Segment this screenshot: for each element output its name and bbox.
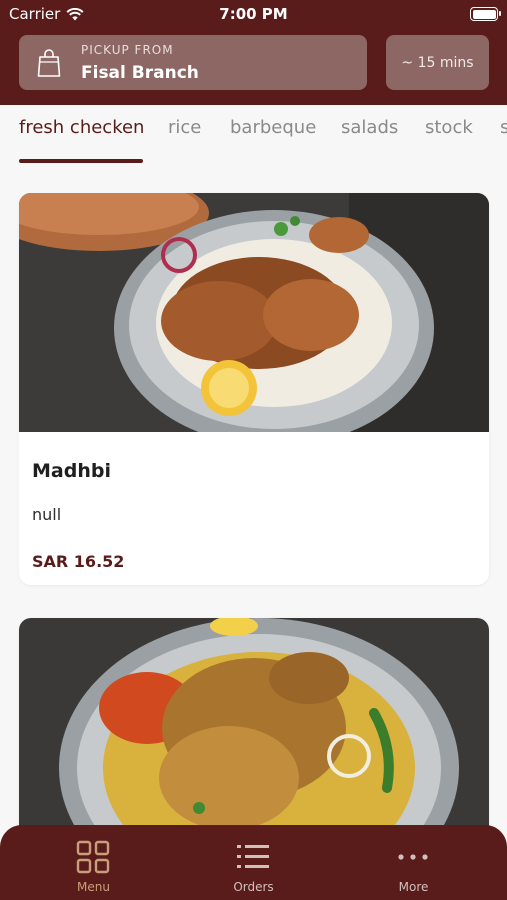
nav-menu[interactable]: Menu — [9, 825, 178, 900]
tab-stock[interactable]: stock — [425, 117, 473, 138]
pickup-branch-name: Fisal Branch — [81, 63, 199, 83]
menu-item-title: Madhbi — [32, 460, 111, 482]
list-icon — [237, 845, 269, 868]
pickup-time-button[interactable]: ~ 15 mins — [386, 35, 489, 90]
pickup-eta: ~ 15 mins — [401, 54, 474, 71]
menu-item-card[interactable]: Madhbi null SAR 16.52 — [19, 193, 489, 585]
battery-icon — [470, 7, 501, 21]
menu-item-description: null — [32, 505, 62, 524]
nav-menu-label: Menu — [77, 880, 110, 894]
menu-item-price: SAR 16.52 — [32, 552, 125, 571]
menu-item-image — [19, 193, 489, 432]
status-bar: Carrier 7:00 PM — [0, 0, 507, 28]
tab-barbeque[interactable]: barbeque — [230, 117, 316, 138]
pickup-caption: PICKUP FROM — [81, 43, 174, 57]
nav-orders-label: Orders — [233, 880, 274, 894]
tab-fresh-checken[interactable]: fresh checken — [19, 117, 144, 138]
bottom-nav: Menu Orders More — [0, 825, 507, 900]
shopping-bag-icon — [37, 49, 61, 77]
header: Carrier 7:00 PM PICKUP FROM Fisal Branch… — [0, 0, 507, 105]
more-dots-icon — [398, 854, 428, 860]
grid-icon — [76, 840, 110, 874]
tab-salads[interactable]: salads — [341, 117, 398, 138]
clock: 7:00 PM — [219, 5, 288, 23]
tab-rice[interactable]: rice — [168, 117, 201, 138]
nav-more[interactable]: More — [329, 825, 498, 900]
nav-orders[interactable]: Orders — [169, 825, 338, 900]
pickup-location-button[interactable]: PICKUP FROM Fisal Branch — [19, 35, 367, 90]
category-tabs: fresh checken rice barbeque salads stock… — [0, 105, 507, 167]
active-tab-indicator — [19, 159, 143, 163]
tab-partial[interactable]: s — [500, 117, 507, 138]
nav-more-label: More — [398, 880, 429, 894]
